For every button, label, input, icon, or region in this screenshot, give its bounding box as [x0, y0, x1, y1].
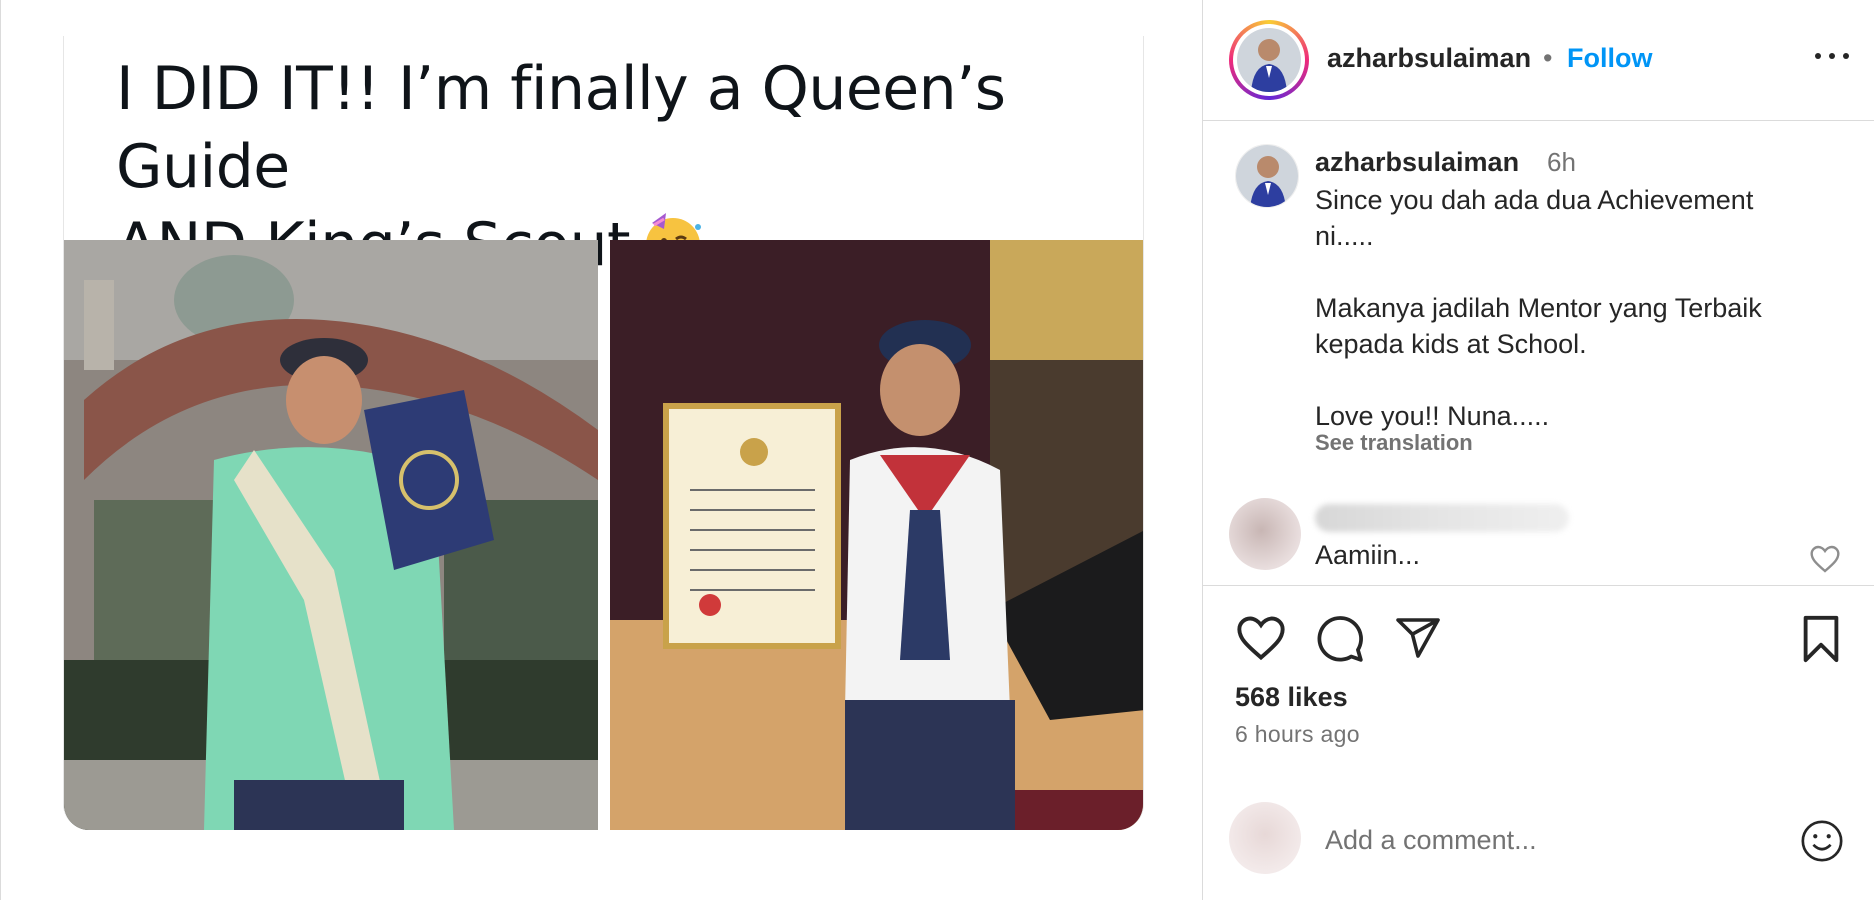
caption-line: Makanya jadilah Mentor yang Terbaik: [1315, 293, 1762, 323]
smiley-icon[interactable]: [1799, 818, 1845, 864]
header-separator: •: [1543, 43, 1553, 73]
commenter-avatar[interactable]: [1229, 498, 1301, 570]
post-media[interactable]: I DID IT!! I’m finally a Queen’s Guide A…: [0, 0, 1202, 900]
avatar-frame: [1233, 24, 1305, 96]
more-horizontal-icon[interactable]: [1815, 50, 1849, 62]
story-avatar[interactable]: [1229, 20, 1309, 100]
follow-button[interactable]: Follow: [1567, 43, 1652, 74]
caption-text: Since you dah ada dua Achievement ni....…: [1315, 182, 1855, 434]
caption-line: Love you!! Nuna.....: [1315, 401, 1550, 431]
more-dot: [1815, 53, 1821, 59]
tweet-screenshot: I DID IT!! I’m finally a Queen’s Guide A…: [63, 36, 1144, 830]
caption-avatar[interactable]: [1235, 144, 1299, 208]
header-username[interactable]: azharbsulaiman: [1327, 43, 1531, 74]
post-viewer: I DID IT!! I’m finally a Queen’s Guide A…: [0, 0, 1874, 900]
caption-line: ni.....: [1315, 221, 1374, 251]
caption-timestamp[interactable]: 6h: [1547, 147, 1576, 178]
avatar: [1237, 28, 1301, 92]
comment-text: Aamiin...: [1315, 540, 1421, 570]
caption-username[interactable]: azharbsulaiman: [1315, 147, 1519, 178]
add-comment-input[interactable]: [1325, 820, 1765, 860]
see-translation-link[interactable]: See translation: [1315, 430, 1473, 456]
tweet-line-1: I DID IT!! I’m finally a Queen’s Guide: [116, 54, 1006, 202]
post-header: azharbsulaiman • Follow: [1203, 0, 1874, 121]
caption-line: kepada kids at School.: [1315, 329, 1587, 359]
more-dot: [1829, 53, 1835, 59]
paper-plane-icon[interactable]: [1393, 614, 1443, 662]
bookmark-icon[interactable]: [1799, 614, 1843, 664]
post-details: azharbsulaiman • Follow azharbsulaiman 6…: [1202, 0, 1874, 900]
likes-count[interactable]: 568 likes: [1235, 682, 1348, 713]
current-user-avatar: [1229, 802, 1301, 874]
comment-bubble-icon[interactable]: [1315, 614, 1365, 664]
photo-queens-guide: [64, 240, 598, 830]
comment-heart-icon[interactable]: [1809, 544, 1841, 574]
photo-kings-scout: [610, 240, 1143, 830]
caption-gap: [1315, 254, 1855, 290]
caption-line: Since you dah ada dua Achievement: [1315, 185, 1754, 215]
more-dot: [1843, 53, 1849, 59]
commenter-username-blurred: [1315, 504, 1569, 532]
divider: [1203, 585, 1874, 586]
heart-icon[interactable]: [1235, 614, 1287, 662]
caption-gap: [1315, 362, 1855, 398]
post-timestamp[interactable]: 6 hours ago: [1235, 721, 1360, 748]
